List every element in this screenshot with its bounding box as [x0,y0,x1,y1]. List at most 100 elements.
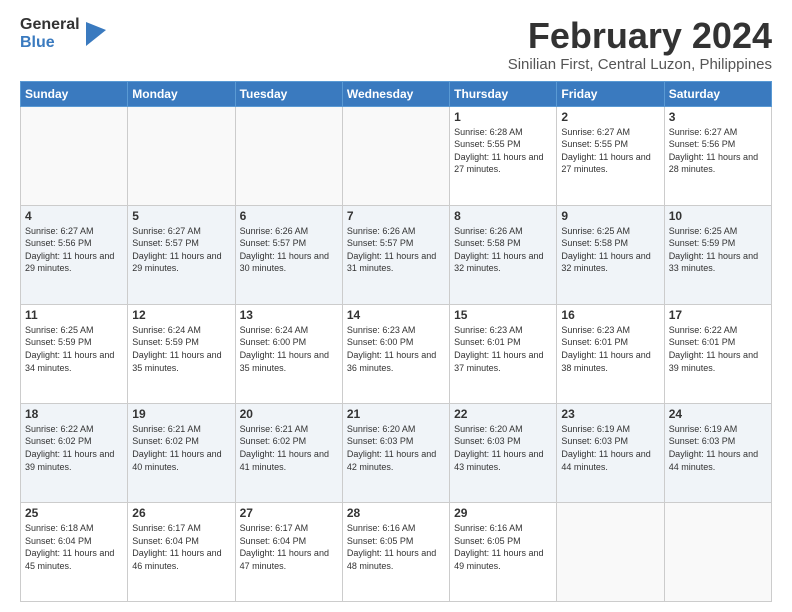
day-info: Sunrise: 6:24 AMSunset: 6:00 PMDaylight:… [240,324,338,374]
table-cell [21,106,128,205]
day-number: 1 [454,110,552,124]
day-info: Sunrise: 6:19 AMSunset: 6:03 PMDaylight:… [561,423,659,473]
day-info: Sunrise: 6:27 AMSunset: 5:57 PMDaylight:… [132,225,230,275]
day-number: 20 [240,407,338,421]
table-cell: 3 Sunrise: 6:27 AMSunset: 5:56 PMDaylight… [664,106,771,205]
day-number: 2 [561,110,659,124]
table-cell: 26 Sunrise: 6:17 AMSunset: 6:04 PMDayligh… [128,502,235,601]
day-number: 11 [25,308,123,322]
page: General Blue February 2024 Sinilian Firs… [0,0,792,612]
calendar-week-4: 18Sunrise: 6:22 AMSunset: 6:02 PMDayligh… [21,403,772,502]
calendar-week-1: 1 Sunrise: 6:28 AMSunset: 5:55 PMDaylight… [21,106,772,205]
day-number: 4 [25,209,123,223]
table-cell [664,502,771,601]
day-number: 25 [25,506,123,520]
table-cell: 7Sunrise: 6:26 AMSunset: 5:57 PMDaylight… [342,205,449,304]
col-header-sunday: Sunday [21,81,128,106]
header: General Blue February 2024 Sinilian Firs… [20,16,772,73]
day-info: Sunrise: 6:26 AMSunset: 5:57 PMDaylight:… [240,225,338,275]
table-cell: 15 Sunrise: 6:23 AMSunset: 6:01 PMDayligh… [450,304,557,403]
day-info: Sunrise: 6:28 AMSunset: 5:55 PMDaylight:… [454,126,552,176]
day-number: 24 [669,407,767,421]
table-cell: 18Sunrise: 6:22 AMSunset: 6:02 PMDayligh… [21,403,128,502]
table-cell: 20 Sunrise: 6:21 AMSunset: 6:02 PMDayligh… [235,403,342,502]
day-number: 17 [669,308,767,322]
day-number: 15 [454,308,552,322]
table-cell [342,106,449,205]
day-number: 5 [132,209,230,223]
col-header-tuesday: Tuesday [235,81,342,106]
day-info: Sunrise: 6:26 AMSunset: 5:58 PMDaylight:… [454,225,552,275]
day-info: Sunrise: 6:25 AMSunset: 5:59 PMDaylight:… [25,324,123,374]
col-header-friday: Friday [557,81,664,106]
table-cell [128,106,235,205]
day-number: 28 [347,506,445,520]
title-location: Sinilian First, Central Luzon, Philippin… [508,56,772,73]
title-month: February 2024 [508,16,772,56]
table-cell: 22Sunrise: 6:20 AMSunset: 6:03 PMDayligh… [450,403,557,502]
day-info: Sunrise: 6:22 AMSunset: 6:01 PMDaylight:… [669,324,767,374]
day-info: Sunrise: 6:16 AMSunset: 6:05 PMDaylight:… [347,522,445,572]
table-cell [235,106,342,205]
day-info: Sunrise: 6:21 AMSunset: 6:02 PMDaylight:… [132,423,230,473]
day-number: 14 [347,308,445,322]
day-info: Sunrise: 6:27 AMSunset: 5:56 PMDaylight:… [669,126,767,176]
day-info: Sunrise: 6:17 AMSunset: 6:04 PMDaylight:… [240,522,338,572]
calendar-week-3: 11 Sunrise: 6:25 AMSunset: 5:59 PMDayligh… [21,304,772,403]
day-number: 3 [669,110,767,124]
table-cell: 11 Sunrise: 6:25 AMSunset: 5:59 PMDayligh… [21,304,128,403]
table-cell: 28 Sunrise: 6:16 AMSunset: 6:05 PMDayligh… [342,502,449,601]
day-info: Sunrise: 6:19 AMSunset: 6:03 PMDaylight:… [669,423,767,473]
table-cell: 5 Sunrise: 6:27 AMSunset: 5:57 PMDaylight… [128,205,235,304]
table-cell: 19 Sunrise: 6:21 AMSunset: 6:02 PMDayligh… [128,403,235,502]
calendar-table: Sunday Monday Tuesday Wednesday Thursday… [20,81,772,602]
col-header-monday: Monday [128,81,235,106]
day-info: Sunrise: 6:20 AMSunset: 6:03 PMDaylight:… [347,423,445,473]
day-info: Sunrise: 6:25 AMSunset: 5:59 PMDaylight:… [669,225,767,275]
day-number: 9 [561,209,659,223]
col-header-saturday: Saturday [664,81,771,106]
day-info: Sunrise: 6:23 AMSunset: 6:01 PMDaylight:… [454,324,552,374]
day-number: 19 [132,407,230,421]
table-cell: 23 Sunrise: 6:19 AMSunset: 6:03 PMDayligh… [557,403,664,502]
day-number: 23 [561,407,659,421]
day-number: 26 [132,506,230,520]
logo-text: General Blue [20,16,80,51]
day-info: Sunrise: 6:24 AMSunset: 5:59 PMDaylight:… [132,324,230,374]
day-number: 8 [454,209,552,223]
table-cell: 27Sunrise: 6:17 AMSunset: 6:04 PMDayligh… [235,502,342,601]
table-cell: 16Sunrise: 6:23 AMSunset: 6:01 PMDayligh… [557,304,664,403]
day-info: Sunrise: 6:27 AMSunset: 5:55 PMDaylight:… [561,126,659,176]
logo: General Blue [20,16,106,51]
day-info: Sunrise: 6:18 AMSunset: 6:04 PMDaylight:… [25,522,123,572]
table-cell: 10Sunrise: 6:25 AMSunset: 5:59 PMDayligh… [664,205,771,304]
table-cell: 29 Sunrise: 6:16 AMSunset: 6:05 PMDayligh… [450,502,557,601]
table-cell: 8 Sunrise: 6:26 AMSunset: 5:58 PMDaylight… [450,205,557,304]
table-cell: 17 Sunrise: 6:22 AMSunset: 6:01 PMDayligh… [664,304,771,403]
calendar-header-row: Sunday Monday Tuesday Wednesday Thursday… [21,81,772,106]
day-info: Sunrise: 6:25 AMSunset: 5:58 PMDaylight:… [561,225,659,275]
logo-icon [86,22,106,46]
day-info: Sunrise: 6:22 AMSunset: 6:02 PMDaylight:… [25,423,123,473]
day-number: 16 [561,308,659,322]
col-header-thursday: Thursday [450,81,557,106]
table-cell: 4Sunrise: 6:27 AMSunset: 5:56 PMDaylight… [21,205,128,304]
day-number: 21 [347,407,445,421]
day-info: Sunrise: 6:20 AMSunset: 6:03 PMDaylight:… [454,423,552,473]
day-number: 29 [454,506,552,520]
logo-general: General [20,16,80,34]
day-number: 7 [347,209,445,223]
col-header-wednesday: Wednesday [342,81,449,106]
day-info: Sunrise: 6:17 AMSunset: 6:04 PMDaylight:… [132,522,230,572]
day-info: Sunrise: 6:23 AMSunset: 6:00 PMDaylight:… [347,324,445,374]
day-info: Sunrise: 6:21 AMSunset: 6:02 PMDaylight:… [240,423,338,473]
day-info: Sunrise: 6:16 AMSunset: 6:05 PMDaylight:… [454,522,552,572]
day-number: 13 [240,308,338,322]
table-cell: 13 Sunrise: 6:24 AMSunset: 6:00 PMDayligh… [235,304,342,403]
table-cell: 1 Sunrise: 6:28 AMSunset: 5:55 PMDaylight… [450,106,557,205]
table-cell: 2 Sunrise: 6:27 AMSunset: 5:55 PMDaylight… [557,106,664,205]
title-block: February 2024 Sinilian First, Central Lu… [508,16,772,73]
table-cell: 9 Sunrise: 6:25 AMSunset: 5:58 PMDaylight… [557,205,664,304]
logo-blue: Blue [20,34,80,52]
table-cell [557,502,664,601]
